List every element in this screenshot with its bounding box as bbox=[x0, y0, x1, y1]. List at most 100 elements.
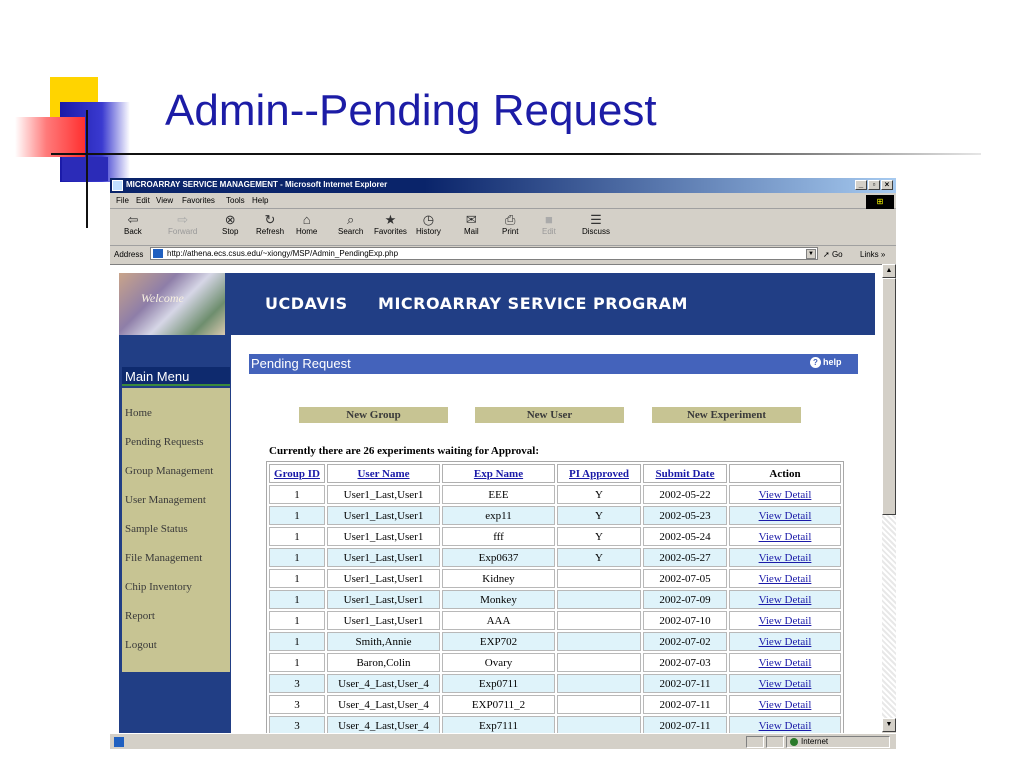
menu-item-pending-requests[interactable]: Pending Requests bbox=[125, 436, 204, 448]
pending-summary: Currently there are 26 experiments waiti… bbox=[269, 445, 539, 457]
mail-button[interactable]: ✉ Mail bbox=[464, 212, 479, 236]
table-header-row: Group ID User Name Exp Name PI Approved Subm… bbox=[269, 464, 841, 483]
print-label: Print bbox=[502, 227, 519, 236]
view-detail-link[interactable]: View Detail bbox=[729, 632, 841, 651]
edit-label: Edit bbox=[542, 227, 556, 236]
menu-item-file-management[interactable]: File Management bbox=[125, 552, 202, 564]
view-detail-link[interactable]: View Detail bbox=[729, 569, 841, 588]
view-detail-link[interactable]: View Detail bbox=[729, 716, 841, 733]
menu-edit[interactable]: Edit bbox=[136, 196, 150, 205]
view-detail-link[interactable]: View Detail bbox=[729, 611, 841, 630]
user-name-cell: User1_Last,User1 bbox=[327, 569, 440, 588]
help-link[interactable]: ? help bbox=[810, 357, 842, 368]
pi-approved-cell bbox=[557, 590, 641, 609]
search-button[interactable]: ⌕ Search bbox=[338, 212, 363, 236]
favorites-button[interactable]: ★ Favorites bbox=[374, 212, 407, 236]
pi-approved-cell bbox=[557, 674, 641, 693]
history-button[interactable]: ◷ History bbox=[416, 212, 441, 236]
menu-item-logout[interactable]: Logout bbox=[125, 639, 157, 651]
scroll-thumb[interactable] bbox=[882, 278, 896, 515]
new-user-button[interactable]: New User bbox=[475, 407, 624, 423]
group-id-cell: 1 bbox=[269, 611, 325, 630]
vertical-scrollbar[interactable]: ▲ ▼ bbox=[882, 264, 896, 732]
view-detail-link[interactable]: View Detail bbox=[729, 548, 841, 567]
menu-favorites[interactable]: Favorites bbox=[182, 196, 215, 205]
mail-icon: ✉ bbox=[465, 212, 477, 227]
address-input[interactable]: http://athena.ecs.csus.edu/~xiongy/MSP/A… bbox=[150, 247, 818, 260]
scroll-up-icon[interactable]: ▲ bbox=[882, 264, 896, 278]
column-header-group-id[interactable]: Group ID bbox=[269, 464, 325, 483]
forward-label: Forward bbox=[168, 227, 198, 236]
menu-view[interactable]: View bbox=[156, 196, 173, 205]
refresh-icon: ↻ bbox=[264, 212, 276, 227]
main-menu-title: Main Menu bbox=[122, 367, 230, 386]
back-button[interactable]: ⇦ Back bbox=[124, 212, 142, 236]
column-header-pi-approved[interactable]: PI Approved bbox=[557, 464, 641, 483]
home-label: Home bbox=[296, 227, 318, 236]
discuss-button[interactable]: ☰ Discuss bbox=[582, 212, 610, 236]
stop-label: Stop bbox=[222, 227, 239, 236]
column-header-exp-name[interactable]: Exp Name bbox=[442, 464, 555, 483]
view-detail-link[interactable]: View Detail bbox=[729, 653, 841, 672]
table-row: 1 User1_Last,User1 Kidney 2002-07-05 View De… bbox=[269, 569, 841, 588]
home-button[interactable]: ⌂ Home bbox=[296, 212, 317, 236]
links-button[interactable]: Links » bbox=[860, 250, 885, 259]
print-button[interactable]: ⎙ Print bbox=[502, 212, 518, 236]
forward-button[interactable]: ⇨ Forward bbox=[168, 212, 197, 236]
exp-name-cell: exp11 bbox=[442, 506, 555, 525]
pi-approved-cell bbox=[557, 716, 641, 733]
menu-item-user-management[interactable]: User Management bbox=[125, 494, 206, 506]
view-detail-link[interactable]: View Detail bbox=[729, 695, 841, 714]
exp-name-cell: EXP0711_2 bbox=[442, 695, 555, 714]
menu-file[interactable]: File bbox=[116, 196, 129, 205]
view-detail-link[interactable]: View Detail bbox=[729, 506, 841, 525]
view-detail-link[interactable]: View Detail bbox=[729, 590, 841, 609]
new-group-button[interactable]: New Group bbox=[299, 407, 448, 423]
minimize-icon[interactable]: _ bbox=[855, 180, 867, 190]
globe-icon bbox=[790, 738, 798, 746]
forward-arrow-icon: ⇨ bbox=[177, 212, 189, 227]
stop-button[interactable]: ⊗ Stop bbox=[222, 212, 238, 236]
column-header-action: Action bbox=[729, 464, 841, 483]
user-name-cell: User1_Last,User1 bbox=[327, 548, 440, 567]
address-dropdown-icon[interactable]: ▼ bbox=[806, 249, 816, 259]
menu-item-group-management[interactable]: Group Management bbox=[125, 465, 213, 477]
favorites-label: Favorites bbox=[374, 227, 407, 236]
menu-item-chip-inventory[interactable]: Chip Inventory bbox=[125, 581, 192, 593]
close-icon[interactable]: × bbox=[881, 180, 893, 190]
search-icon: ⌕ bbox=[347, 212, 355, 227]
column-header-user-name[interactable]: User Name bbox=[327, 464, 440, 483]
submit-date-cell: 2002-05-24 bbox=[643, 527, 727, 546]
pi-approved-cell bbox=[557, 611, 641, 630]
ie-page-icon bbox=[112, 180, 123, 191]
back-arrow-icon: ⇦ bbox=[127, 212, 139, 227]
view-detail-link[interactable]: View Detail bbox=[729, 674, 841, 693]
view-detail-link[interactable]: View Detail bbox=[729, 485, 841, 504]
table-row: 1 User1_Last,User1 EEE Y 2002-05-22 View Deta… bbox=[269, 485, 841, 504]
menu-help[interactable]: Help bbox=[252, 196, 268, 205]
zone-label: Internet bbox=[801, 737, 829, 746]
back-label: Back bbox=[124, 227, 142, 236]
refresh-button[interactable]: ↻ Refresh bbox=[256, 212, 284, 236]
maximize-icon[interactable]: ▫ bbox=[868, 180, 880, 190]
discuss-icon: ☰ bbox=[590, 212, 602, 227]
menu-tools[interactable]: Tools bbox=[226, 196, 245, 205]
edit-button[interactable]: ■ Edit bbox=[542, 212, 556, 236]
stop-icon: ⊗ bbox=[224, 212, 236, 227]
table-row: 1 User1_Last,User1 exp11 Y 2002-05-23 View De… bbox=[269, 506, 841, 525]
new-experiment-button[interactable]: New Experiment bbox=[652, 407, 801, 423]
submit-date-cell: 2002-05-27 bbox=[643, 548, 727, 567]
menu-item-report[interactable]: Report bbox=[125, 610, 155, 622]
banner-photo: Welcome bbox=[119, 273, 225, 335]
pi-approved-cell: Y bbox=[557, 506, 641, 525]
menu-item-home[interactable]: Home bbox=[125, 407, 152, 419]
scroll-down-icon[interactable]: ▼ bbox=[882, 718, 896, 732]
column-header-submit-date[interactable]: Submit Date bbox=[643, 464, 727, 483]
menu-item-sample-status[interactable]: Sample Status bbox=[125, 523, 188, 535]
pi-approved-cell: Y bbox=[557, 527, 641, 546]
go-button[interactable]: ➚ Go bbox=[823, 250, 843, 259]
group-id-cell: 3 bbox=[269, 674, 325, 693]
submit-date-cell: 2002-07-03 bbox=[643, 653, 727, 672]
view-detail-link[interactable]: View Detail bbox=[729, 527, 841, 546]
submit-date-cell: 2002-05-23 bbox=[643, 506, 727, 525]
